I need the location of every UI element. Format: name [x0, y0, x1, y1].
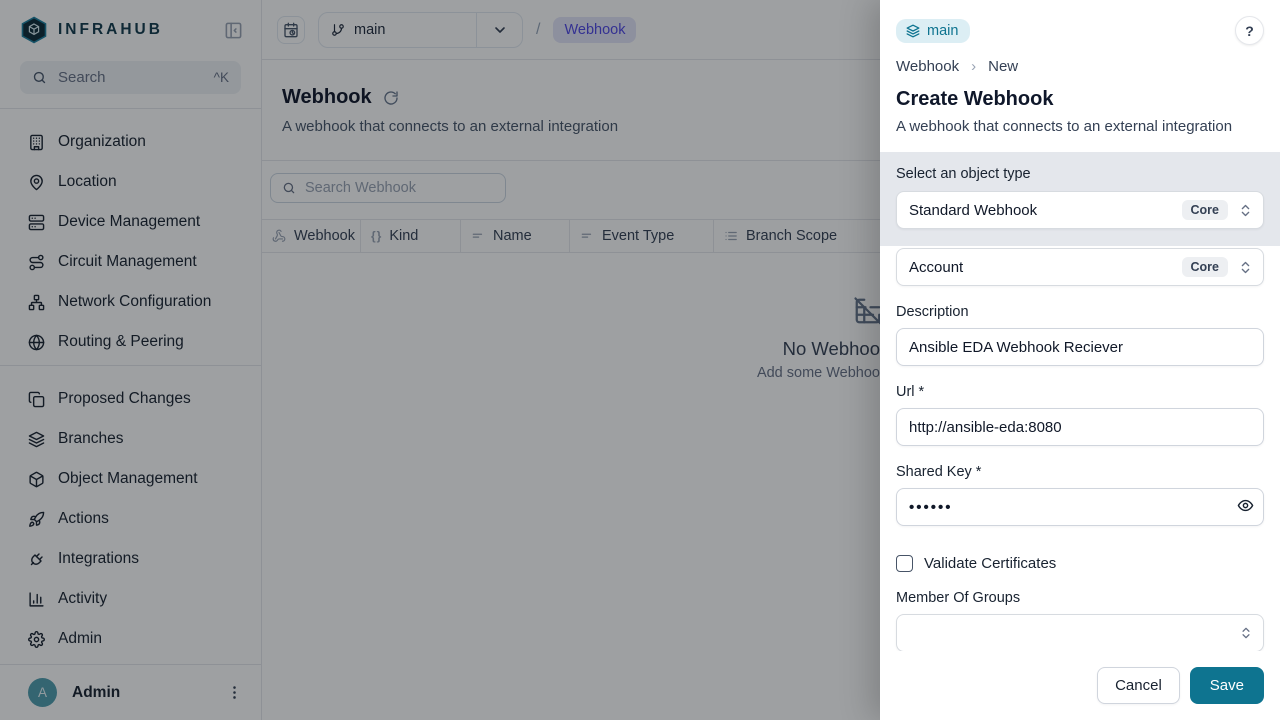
chevrons-up-down-icon: [1238, 203, 1253, 218]
member-of-groups-select[interactable]: [896, 614, 1264, 651]
validate-certificates-row: Validate Certificates: [896, 555, 1264, 572]
description-label: Description: [896, 304, 1264, 320]
eye-icon[interactable]: [1237, 497, 1254, 514]
drawer-footer: Cancel Save: [880, 651, 1280, 720]
breadcrumb-parent[interactable]: Webhook: [896, 58, 959, 75]
object-type-label: Select an object type: [896, 166, 1264, 182]
help-button[interactable]: ?: [1235, 16, 1264, 45]
branch-badge-label: main: [927, 23, 958, 39]
layers-icon: [906, 24, 920, 38]
breadcrumb-current: New: [988, 58, 1018, 75]
object-type-panel: Select an object type Standard Webhook C…: [880, 152, 1280, 246]
drawer-subtitle: A webhook that connects to an external i…: [896, 118, 1264, 135]
shared-key-label: Shared Key *: [896, 464, 1264, 480]
save-button[interactable]: Save: [1190, 667, 1264, 704]
object-type-select[interactable]: Standard Webhook Core: [896, 191, 1264, 229]
chevrons-up-down-icon: [1238, 260, 1253, 275]
create-webhook-drawer: main ? Webhook › New Create Webhook A we…: [880, 0, 1280, 720]
drawer-form: Account Core Description Url * Shared Ke…: [880, 246, 1280, 651]
cancel-button[interactable]: Cancel: [1097, 667, 1180, 704]
member-of-groups-label: Member Of Groups: [896, 590, 1264, 606]
chevrons-up-down-icon: [1239, 626, 1253, 640]
object-type-value: Standard Webhook: [909, 202, 1182, 219]
drawer-header: main ? Webhook › New Create Webhook A we…: [880, 0, 1280, 152]
url-label: Url *: [896, 384, 1264, 400]
validate-certificates-checkbox[interactable]: [896, 555, 913, 572]
description-input[interactable]: [896, 328, 1264, 366]
chevron-right-icon: ›: [971, 58, 976, 75]
shared-key-input[interactable]: [896, 488, 1264, 526]
branch-badge: main: [896, 19, 970, 43]
validate-certificates-label: Validate Certificates: [924, 555, 1056, 572]
core-badge: Core: [1182, 200, 1228, 220]
core-badge: Core: [1182, 257, 1228, 277]
account-value: Account: [909, 259, 1182, 276]
drawer-breadcrumb: Webhook › New: [896, 58, 1264, 75]
drawer-title: Create Webhook: [896, 88, 1264, 111]
url-input[interactable]: [896, 408, 1264, 446]
account-select[interactable]: Account Core: [896, 248, 1264, 286]
app-root: INFRAHUB Search ^K Organization Location: [0, 0, 1280, 720]
